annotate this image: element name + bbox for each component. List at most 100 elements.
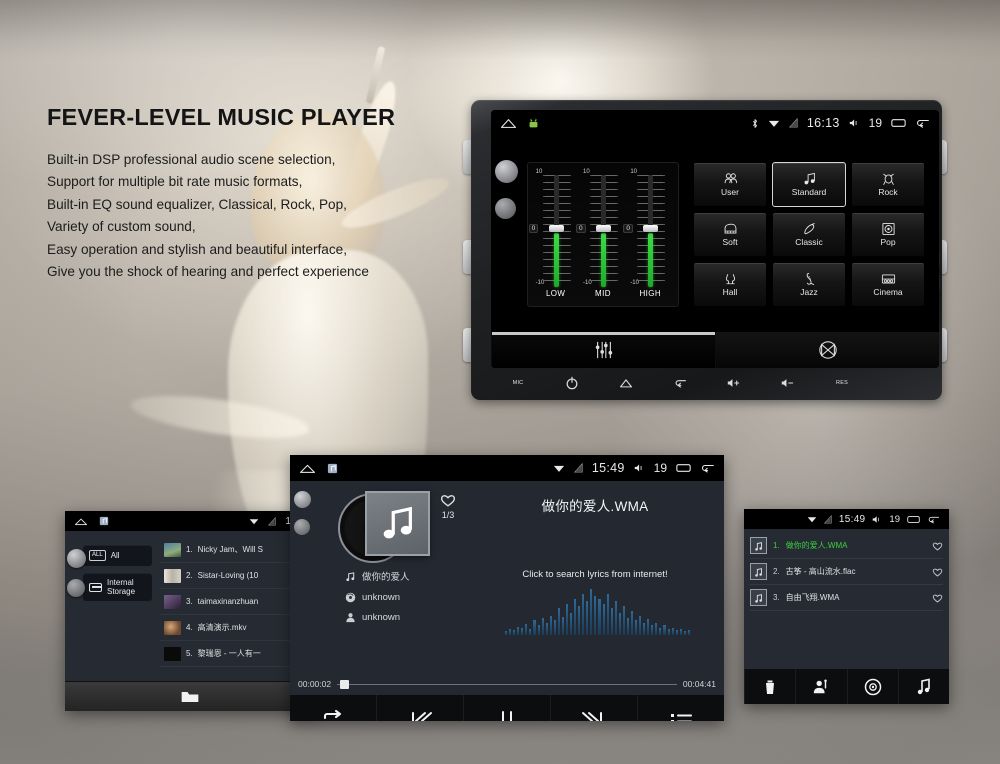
equalizer-tab[interactable] <box>491 332 715 368</box>
delete-tab[interactable] <box>744 669 795 704</box>
player-status-bar: 15:49 19 <box>290 455 724 481</box>
secondary-knob[interactable] <box>67 579 85 597</box>
eq-band-mid[interactable]: 10 -10 0 MID <box>575 169 625 302</box>
volume-knob[interactable] <box>67 549 86 568</box>
recents-icon[interactable] <box>891 118 906 128</box>
song-tab[interactable] <box>897 669 949 704</box>
home-button[interactable] <box>599 376 653 390</box>
mic-label: MIC <box>512 380 524 386</box>
artist-tab[interactable] <box>795 669 846 704</box>
power-button[interactable] <box>545 376 599 390</box>
list-item[interactable]: 2. 古筝 - 高山流水.flac <box>750 559 943 585</box>
next-button[interactable] <box>550 695 637 721</box>
reset-label: RES <box>836 380 848 386</box>
seek-handle[interactable] <box>340 679 350 689</box>
album-tab[interactable] <box>846 669 898 704</box>
volume-knob[interactable] <box>495 160 518 183</box>
album-art[interactable] <box>365 491 430 556</box>
viz-bar <box>586 601 589 635</box>
seek-bar[interactable] <box>337 679 677 689</box>
preset-hall[interactable]: Hall <box>693 262 767 307</box>
volume-level-label: 19 <box>868 116 882 130</box>
viz-bar <box>687 630 690 635</box>
eq-slider-thumb[interactable] <box>595 225 611 232</box>
pause-icon <box>494 709 520 721</box>
mic-button[interactable]: MIC <box>491 380 545 386</box>
back-button[interactable] <box>653 376 707 390</box>
clock-label: 16:13 <box>806 116 840 130</box>
folder-icon[interactable] <box>180 689 200 705</box>
playlist-button[interactable] <box>637 695 724 721</box>
favorite-block[interactable]: 1/3 <box>440 493 456 520</box>
preset-pop[interactable]: Pop <box>851 212 925 257</box>
preset-soft[interactable]: Soft <box>693 212 767 257</box>
volume-down-button[interactable] <box>761 376 815 390</box>
repeat-button[interactable] <box>290 695 376 721</box>
eq-slider-fill <box>648 233 654 287</box>
eq-slider-track[interactable]: 0 <box>575 175 618 287</box>
list-item[interactable]: 1. 做你的爱人.WMA <box>750 533 943 559</box>
power-icon <box>565 376 579 390</box>
artist-icon <box>345 612 356 623</box>
preset-standard[interactable]: Standard <box>772 162 846 207</box>
balance-tab[interactable] <box>715 332 939 368</box>
recents-icon[interactable] <box>676 463 691 473</box>
eq-band-high[interactable]: 10 -10 0 HIGH <box>623 169 672 302</box>
preset-label: Cinema <box>873 287 903 297</box>
viz-bar <box>578 606 581 635</box>
file-name: 高清演示.mkv <box>197 623 247 632</box>
eq-band-label: HIGH <box>639 289 662 298</box>
file-browser-bottom-bar <box>65 681 315 711</box>
playlist-window: 15:49 19 1. 做你的爱人.WMA 2. 古筝 - 高山流水.flac … <box>744 509 949 704</box>
music-notification-icon <box>327 463 338 474</box>
back-icon[interactable] <box>927 515 940 524</box>
back-icon[interactable] <box>700 463 715 473</box>
reset-button[interactable]: RES <box>815 380 869 386</box>
player-controls <box>290 695 724 721</box>
preset-classic[interactable]: Classic <box>772 212 846 257</box>
clock-label: 15:49 <box>591 461 625 475</box>
file-index: 1. <box>186 545 193 554</box>
heart-icon[interactable] <box>932 567 943 577</box>
list-item[interactable]: 3. 自由飞翔.WMA <box>750 585 943 611</box>
android-robot-icon <box>528 118 539 129</box>
secondary-knob[interactable] <box>294 519 310 535</box>
home-icon[interactable] <box>74 517 88 526</box>
feature-item: Easy operation and stylish and beautiful… <box>47 241 348 257</box>
recents-icon[interactable] <box>907 515 920 524</box>
eq-slider-track[interactable]: 0 <box>623 175 666 287</box>
secondary-knob[interactable] <box>495 198 516 219</box>
file-browser-window: 15:4 ALL All Internal Storage 1. Nicky J… <box>65 511 315 711</box>
eq-preset-grid: User Standard Rock Soft Classic Pop Hall… <box>693 162 925 307</box>
viz-bar <box>537 625 540 635</box>
heart-icon[interactable] <box>932 541 943 551</box>
heart-icon[interactable] <box>440 493 456 507</box>
source-internal-storage[interactable]: Internal Storage <box>83 573 152 601</box>
heart-icon[interactable] <box>932 593 943 603</box>
file-browser-status-bar: 15:4 <box>65 511 315 531</box>
preset-rock[interactable]: Rock <box>851 162 925 207</box>
preset-user[interactable]: User <box>693 162 767 207</box>
preset-cinema[interactable]: Cinema <box>851 262 925 307</box>
home-icon[interactable] <box>299 463 316 474</box>
preset-label: Hall <box>722 287 738 297</box>
eq-slider-thumb[interactable] <box>643 225 659 232</box>
volume-knob[interactable] <box>294 491 311 508</box>
preset-jazz[interactable]: Jazz <box>772 262 846 307</box>
repeat-icon <box>320 709 346 721</box>
source-all[interactable]: ALL All <box>83 545 152 566</box>
file-index: 5. <box>186 649 193 658</box>
previous-button[interactable] <box>376 695 463 721</box>
eq-slider-thumb[interactable] <box>548 225 564 232</box>
back-icon[interactable] <box>915 118 930 128</box>
eq-band-low[interactable]: 10 -10 0 LOW <box>528 169 578 302</box>
spectrum-visualizer <box>505 585 690 635</box>
pause-button[interactable] <box>463 695 550 721</box>
home-icon[interactable] <box>500 118 517 129</box>
eq-band-value: 0 <box>623 224 633 233</box>
eq-slider-track[interactable]: 0 <box>528 175 571 287</box>
lyrics-hint[interactable]: Click to search lyrics from internet! <box>475 569 715 580</box>
viz-bar <box>679 629 682 635</box>
playlist-items: 1. 做你的爱人.WMA 2. 古筝 - 高山流水.flac 3. 自由飞翔.W… <box>744 529 949 669</box>
volume-up-button[interactable] <box>707 376 761 390</box>
